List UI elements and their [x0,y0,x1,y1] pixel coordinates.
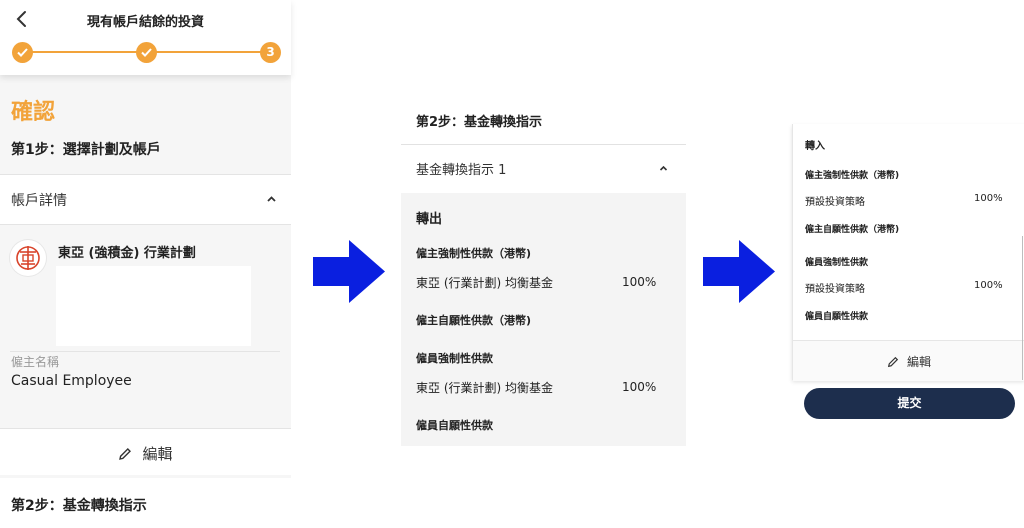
screen-1-confirm: 現有帳戶結餘的投資 3 確認 第1步：選擇計劃及帳戶 帳戶詳情 東亞 (強積金)… [0,0,291,528]
step2-heading: 第2步：基金轉換指示 [11,498,147,514]
divider [0,174,291,175]
fund-percent: 100% [622,380,657,394]
edit-button[interactable]: 編輯 [0,429,291,475]
transfer-out-heading: 轉出 [416,212,443,227]
fund-name: 東亞 (行業計劃) 均衡基金 [416,276,553,290]
category-label: 僱主自願性供款（港幣) [416,314,532,327]
divider [0,224,291,225]
step-2-complete [136,42,157,63]
transfer-in-heading: 轉入 [805,141,825,152]
step1-heading: 第1步：選擇計劃及帳戶 [11,142,161,158]
page-title: 現有帳戶結餘的投資 [86,15,204,30]
employer-name-label: 僱主名稱 [11,355,60,369]
category-label: 僱主強制性供款（港幣) [805,171,900,181]
step-1-complete [12,42,33,63]
category-label: 僱主自願性供款（港幣) [805,225,900,235]
edit-label: 編輯 [142,445,173,463]
scrollbar-edge [1022,236,1023,380]
fund-percent: 100% [974,280,1003,291]
fund-percent: 100% [622,275,657,289]
account-details-label: 帳戶詳情 [11,193,67,209]
divider [10,351,280,352]
check-icon [141,48,152,57]
category-label: 僱主強制性供款（港幣) [416,247,532,260]
edit-button[interactable]: 編輯 [793,340,1024,381]
screen-3-transfer-in: 轉入 僱主強制性供款（港幣) 預設投資策略 100% 僱主自願性供款（港幣) 僱… [792,124,1024,381]
step-3-current: 3 [260,42,281,63]
category-label: 僱員強制性供款 [805,258,869,268]
fund-name: 預設投資策略 [805,284,865,295]
fund-percent: 100% [974,193,1003,204]
check-icon [17,48,28,57]
pencil-icon [887,356,899,368]
transfer-out-section: 轉出 僱主強制性供款（港幣) 東亞 (行業計劃) 均衡基金 100% 僱主自願性… [401,193,686,446]
app-header: 現有帳戶結餘的投資 3 [0,0,291,75]
chevron-up-icon[interactable] [659,165,668,172]
category-label: 僱員自願性供款 [805,312,869,322]
redacted-account-info [56,266,251,346]
instruction-accordion[interactable]: 基金轉換指示 1 [401,144,686,194]
step2-heading: 第2步：基金轉換指示 [416,115,543,130]
fund-name: 預設投資策略 [805,197,865,208]
plan-name: 東亞 (強積金) 行業計劃 [58,246,196,261]
category-label: 僱員強制性供款 [416,352,493,365]
chevron-up-icon[interactable] [266,195,277,203]
submit-button[interactable]: 提交 [804,388,1015,419]
right-arrow [703,240,775,303]
fund-name: 東亞 (行業計劃) 均衡基金 [416,381,553,395]
right-arrow [313,240,385,303]
screen-2-fund-switch: 第2步：基金轉換指示 基金轉換指示 1 轉出 僱主強制性供款（港幣) 東亞 (行… [401,100,686,446]
edit-label: 編輯 [906,355,931,369]
employer-name-value: Casual Employee [11,373,132,389]
category-label: 僱員自願性供款 [416,419,493,432]
pencil-icon [119,448,132,460]
bea-logo [10,240,46,276]
confirm-heading: 確認 [11,100,56,125]
instruction-label: 基金轉換指示 1 [416,163,507,178]
